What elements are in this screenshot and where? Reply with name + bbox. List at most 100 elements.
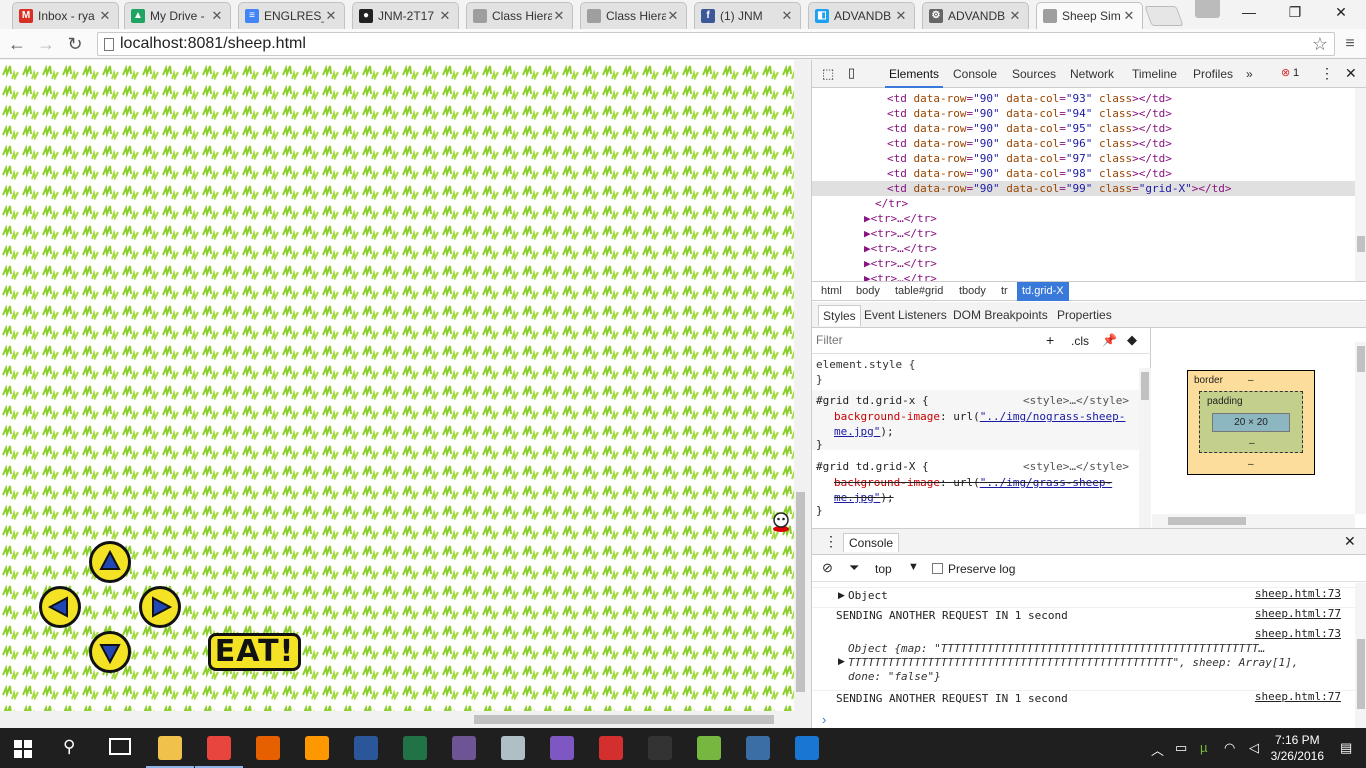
more-tabs-button[interactable]: »: [1246, 67, 1253, 81]
devtools-menu-icon[interactable]: ⋮: [1320, 65, 1334, 82]
breadcrumb-item[interactable]: html: [816, 282, 847, 301]
close-tab-icon[interactable]: ✕: [552, 8, 566, 24]
close-tab-icon[interactable]: ✕: [438, 8, 452, 24]
dom-node-line[interactable]: ▶<tr>…</tr>: [812, 256, 1355, 271]
new-tab-button[interactable]: [1144, 6, 1184, 26]
new-rule-icon[interactable]: +: [1046, 332, 1054, 348]
console-tab[interactable]: Console: [843, 533, 900, 552]
search-icon[interactable]: ⚲: [63, 737, 75, 757]
console-prompt[interactable]: ›: [822, 712, 826, 727]
tab-profiles[interactable]: Profiles: [1193, 67, 1233, 81]
excel-icon[interactable]: [403, 736, 427, 760]
tab-4[interactable]: ● JNM-2T17 ✕: [352, 2, 459, 29]
console-source-link[interactable]: sheep.html:77: [1255, 607, 1341, 620]
tab-console[interactable]: Console: [953, 67, 997, 81]
wireshark-icon[interactable]: [746, 736, 770, 760]
tab-dom-breakpoints[interactable]: DOM Breakpoints: [953, 308, 1048, 322]
address-bar[interactable]: localhost:8081/sheep.html ☆: [97, 32, 1335, 56]
clock[interactable]: 7:16 PM 3/26/2016: [1271, 732, 1324, 764]
inspect-element-icon[interactable]: ⬚: [822, 66, 834, 82]
tab-elements[interactable]: Elements: [884, 67, 944, 88]
dom-node-line[interactable]: <td data-row="90" data-col="97" class></…: [812, 151, 1355, 166]
winrar-icon[interactable]: [550, 736, 574, 760]
expand-arrow-icon[interactable]: ▶: [838, 656, 845, 667]
bookmark-star-icon[interactable]: ☆: [1312, 33, 1328, 55]
console-scrollbar[interactable]: [1355, 583, 1366, 729]
battery-icon[interactable]: ▭: [1175, 740, 1187, 756]
close-tab-icon[interactable]: ✕: [780, 8, 794, 24]
styles-filter-input[interactable]: [816, 333, 1016, 347]
dom-node-line[interactable]: <td data-row="90" data-col="94" class></…: [812, 106, 1355, 121]
tab-7[interactable]: f (1) JNM ✕: [694, 2, 801, 29]
dom-node-line[interactable]: ▶<tr>…</tr>: [812, 211, 1355, 226]
breadcrumb-item[interactable]: td.grid-X: [1017, 282, 1069, 301]
close-tab-icon[interactable]: ✕: [1008, 8, 1022, 24]
close-tab-icon[interactable]: ✕: [210, 8, 224, 24]
dom-node-line[interactable]: ▶<tr>…</tr>: [812, 241, 1355, 256]
console-source-link[interactable]: sheep.html:73: [1255, 627, 1341, 640]
pin-icon[interactable]: 📌: [1102, 333, 1117, 347]
close-tab-icon[interactable]: ✕: [98, 8, 112, 24]
minimize-button[interactable]: —: [1226, 0, 1272, 26]
tab-properties[interactable]: Properties: [1057, 308, 1112, 322]
utorrent-icon[interactable]: [697, 736, 721, 760]
tab-timeline[interactable]: Timeline: [1132, 67, 1177, 81]
dom-node-line[interactable]: ▶<tr>…</tr>: [812, 271, 1355, 281]
notifications-icon[interactable]: ▤: [1340, 740, 1352, 756]
dom-node-line[interactable]: <td data-row="90" data-col="98" class></…: [812, 166, 1355, 181]
close-drawer-button[interactable]: ✕: [1344, 533, 1356, 550]
close-tab-icon[interactable]: ✕: [1122, 8, 1136, 24]
firefox-icon[interactable]: [256, 736, 280, 760]
terminal-icon[interactable]: [648, 736, 672, 760]
breadcrumb-item[interactable]: table#grid: [890, 282, 948, 301]
show-hidden-icons[interactable]: ︿: [1151, 740, 1164, 759]
app-icon[interactable]: [501, 736, 525, 760]
dom-node-line[interactable]: ▶<tr>…</tr>: [812, 226, 1355, 241]
breadcrumb-item[interactable]: body: [851, 282, 885, 301]
tab-3[interactable]: ≡ ENGLRES_F✕: [238, 2, 345, 29]
expand-arrow-icon[interactable]: ▶: [838, 590, 845, 601]
maximize-button[interactable]: ❐: [1272, 0, 1318, 26]
volume-icon[interactable]: ◁: [1249, 740, 1259, 756]
close-window-button[interactable]: ✕: [1318, 0, 1364, 26]
steam-icon[interactable]: [795, 736, 819, 760]
tab-network[interactable]: Network: [1070, 67, 1114, 81]
preserve-log-checkbox[interactable]: [932, 563, 943, 574]
down-arrow-button[interactable]: [89, 631, 131, 673]
dom-scrollbar[interactable]: [1355, 88, 1366, 281]
profile-button[interactable]: [1195, 0, 1220, 18]
github-desktop-icon[interactable]: [452, 736, 476, 760]
styles-scrollbar[interactable]: [1139, 368, 1151, 528]
console-source-link[interactable]: sheep.html:77: [1255, 690, 1341, 703]
up-arrow-button[interactable]: [89, 541, 131, 583]
vertical-scrollbar[interactable]: [794, 60, 807, 728]
context-dropdown-icon[interactable]: ▼: [908, 561, 919, 573]
breadcrumb-item[interactable]: tr: [996, 282, 1013, 301]
device-mode-icon[interactable]: ▯: [848, 65, 855, 81]
close-tab-icon[interactable]: ✕: [666, 8, 680, 24]
dom-node-line[interactable]: </tr>: [812, 196, 1355, 211]
boxmodel-hscrollbar[interactable]: [1152, 514, 1355, 528]
close-tab-icon[interactable]: ✕: [324, 8, 338, 24]
windows-start-icon[interactable]: [14, 740, 32, 758]
clear-console-icon[interactable]: ⊘: [822, 560, 833, 576]
tab-6[interactable]: Class Hiera ✕: [580, 2, 687, 29]
task-view-icon[interactable]: [109, 738, 131, 755]
boxmodel-scrollbar[interactable]: [1355, 342, 1366, 514]
dom-node-line[interactable]: <td data-row="90" data-col="93" class></…: [812, 91, 1355, 106]
console-source-link[interactable]: sheep.html:73: [1255, 587, 1341, 600]
tab-8[interactable]: ◧ ADVANDB ✕: [808, 2, 915, 29]
wifi-icon[interactable]: ◠: [1224, 740, 1235, 756]
context-select[interactable]: top: [875, 562, 892, 576]
tab-10[interactable]: Sheep Sim ✕: [1036, 2, 1143, 29]
menu-icon[interactable]: ≡: [1338, 33, 1362, 55]
right-arrow-button[interactable]: [139, 586, 181, 628]
tab-9[interactable]: ⚙ ADVANDB ✕: [922, 2, 1029, 29]
horizontal-scrollbar[interactable]: [0, 711, 794, 728]
chrome-icon[interactable]: [207, 736, 231, 760]
close-tab-icon[interactable]: ✕: [894, 8, 908, 24]
cls-button[interactable]: .cls: [1071, 334, 1089, 348]
eat-button[interactable]: EAT!: [208, 633, 301, 671]
color-format-icon[interactable]: ◆: [1127, 332, 1137, 348]
tab-event-listeners[interactable]: Event Listeners: [864, 308, 947, 322]
